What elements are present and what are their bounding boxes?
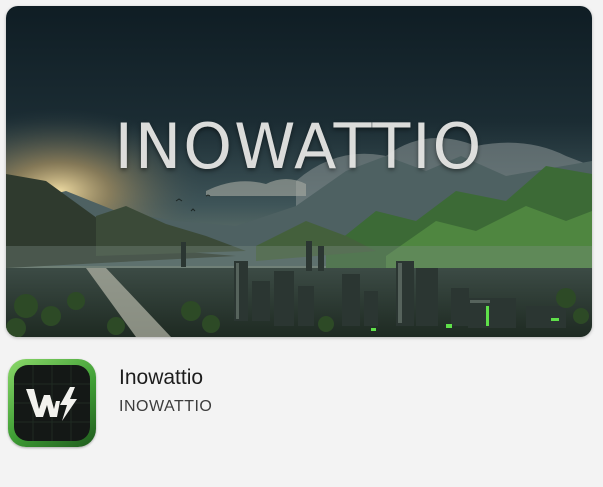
feature-banner[interactable]: INOWATTIO xyxy=(6,6,592,337)
app-developer[interactable]: INOWATTIO xyxy=(119,398,212,416)
app-icon[interactable] xyxy=(8,359,96,447)
app-name[interactable]: Inowattio xyxy=(119,366,203,390)
banner-title: INOWATTIO xyxy=(114,110,484,183)
inowattio-logo-icon xyxy=(14,365,90,441)
